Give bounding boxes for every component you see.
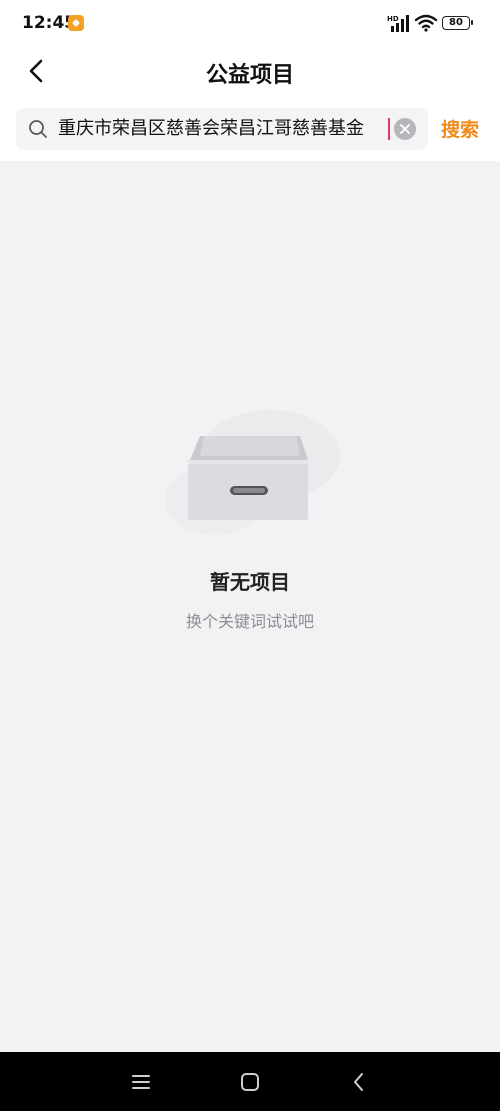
- signal-icon: HD: [387, 15, 409, 32]
- search-input[interactable]: 重庆市荣昌区慈善会荣昌江哥慈善基金: [58, 108, 384, 150]
- page-title: 公益项目: [205, 63, 294, 88]
- empty-state-subtitle: 换个关键词试试吧: [185, 612, 314, 631]
- text-cursor: [388, 118, 390, 140]
- clear-icon[interactable]: [394, 118, 416, 140]
- network-label: HD: [387, 15, 399, 23]
- wifi-icon: [414, 14, 438, 32]
- search-button[interactable]: 搜索: [441, 115, 479, 142]
- battery-indicator: 80: [442, 16, 473, 30]
- empty-state-title: 暂无项目: [210, 570, 290, 594]
- search-bar[interactable]: 重庆市荣昌区慈善会荣昌江哥慈善基金: [16, 108, 428, 150]
- status-bar: 12:45 HD 80: [0, 0, 500, 48]
- nav-bar: 公益项目: [0, 48, 500, 96]
- menu-icon[interactable]: [129, 1070, 153, 1094]
- search-icon: [29, 120, 47, 138]
- back-icon[interactable]: [347, 1070, 371, 1094]
- system-navigation-bar: [0, 1052, 500, 1111]
- app-notification-icon: [68, 15, 84, 31]
- empty-box-illustration: [165, 410, 340, 535]
- home-icon[interactable]: [238, 1070, 262, 1094]
